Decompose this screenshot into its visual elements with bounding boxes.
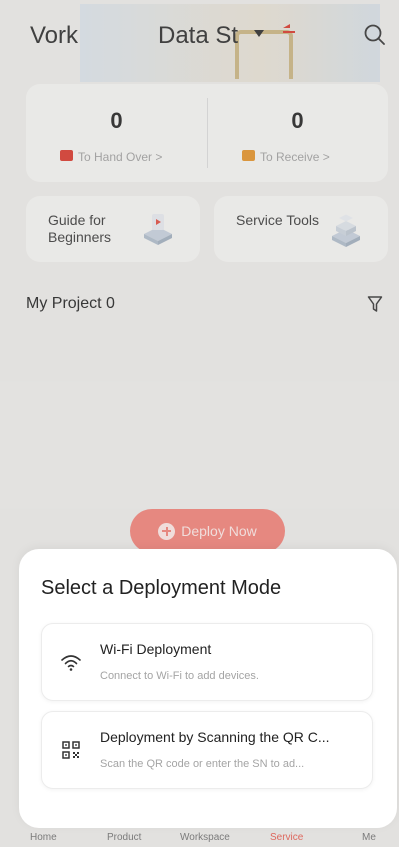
sheet-title: Select a Deployment Mode xyxy=(41,577,282,599)
option-title: Deployment by Scanning the QR C... xyxy=(100,729,330,745)
option-title: Wi-Fi Deployment xyxy=(100,641,212,657)
qr-code-icon xyxy=(62,741,80,759)
qr-deployment-option[interactable]: Deployment by Scanning the QR C... Scan … xyxy=(41,711,373,789)
option-subtitle: Scan the QR code or enter the SN to ad..… xyxy=(100,758,305,770)
deployment-mode-sheet: Select a Deployment Mode Wi-Fi Deploymen… xyxy=(19,549,397,828)
wifi-icon xyxy=(61,655,81,671)
option-subtitle: Connect to Wi-Fi to add devices. xyxy=(100,670,259,682)
app-screen: Vork Data St 0 To Hand Over > 0 To Recei… xyxy=(0,0,399,847)
wifi-deployment-option[interactable]: Wi-Fi Deployment Connect to Wi-Fi to add… xyxy=(41,623,373,701)
